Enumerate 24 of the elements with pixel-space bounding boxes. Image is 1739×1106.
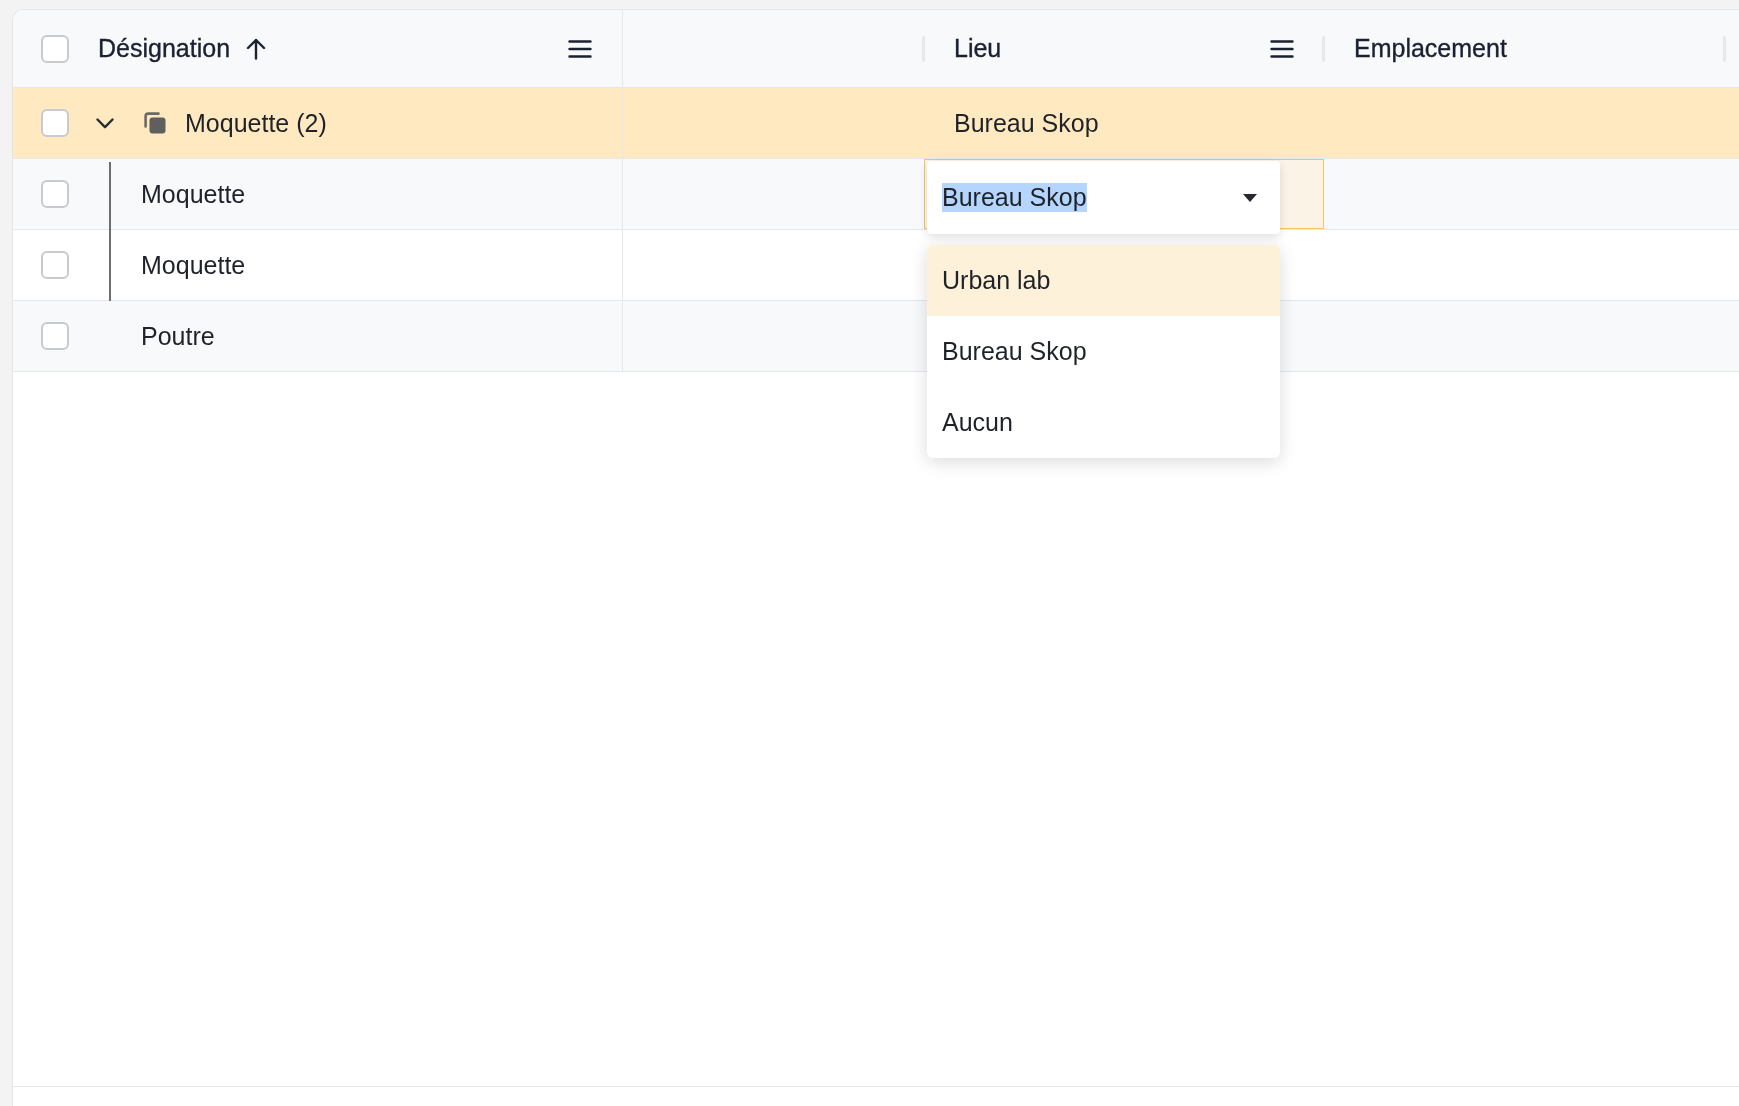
- chevron-down-icon[interactable]: [96, 117, 114, 129]
- select-value: Bureau Skop: [942, 183, 1087, 212]
- column-menu-icon[interactable]: [568, 39, 592, 58]
- dropdown-option[interactable]: Aucun: [927, 387, 1280, 458]
- column-menu-icon[interactable]: [1270, 39, 1294, 58]
- checkbox[interactable]: [41, 180, 69, 208]
- table-cell: Poutre: [141, 321, 215, 351]
- table-cell: Moquette: [141, 250, 246, 280]
- column-header[interactable]: Lieu: [954, 34, 1002, 63]
- table-row[interactable]: Moquette (2) Bureau Skop: [13, 88, 1739, 159]
- stacked-squares-icon: [144, 112, 166, 134]
- checkbox[interactable]: [41, 109, 69, 137]
- column-header[interactable]: Emplacement: [1354, 34, 1507, 63]
- checkbox[interactable]: [41, 322, 69, 350]
- dropdown-caret-icon[interactable]: [1243, 193, 1257, 202]
- checkbox[interactable]: [41, 251, 69, 279]
- column-header[interactable]: Désignation: [98, 34, 231, 63]
- table-cell: Bureau Skop: [954, 108, 1099, 138]
- table-cell: Moquette: [141, 179, 246, 209]
- sort-up-arrow-icon[interactable]: [246, 37, 267, 60]
- checkbox[interactable]: [41, 34, 69, 63]
- table-cell: Moquette (2): [185, 108, 327, 138]
- select-field[interactable]: Bureau Skop: [927, 161, 1280, 234]
- dropdown-option[interactable]: Urban lab: [927, 245, 1280, 316]
